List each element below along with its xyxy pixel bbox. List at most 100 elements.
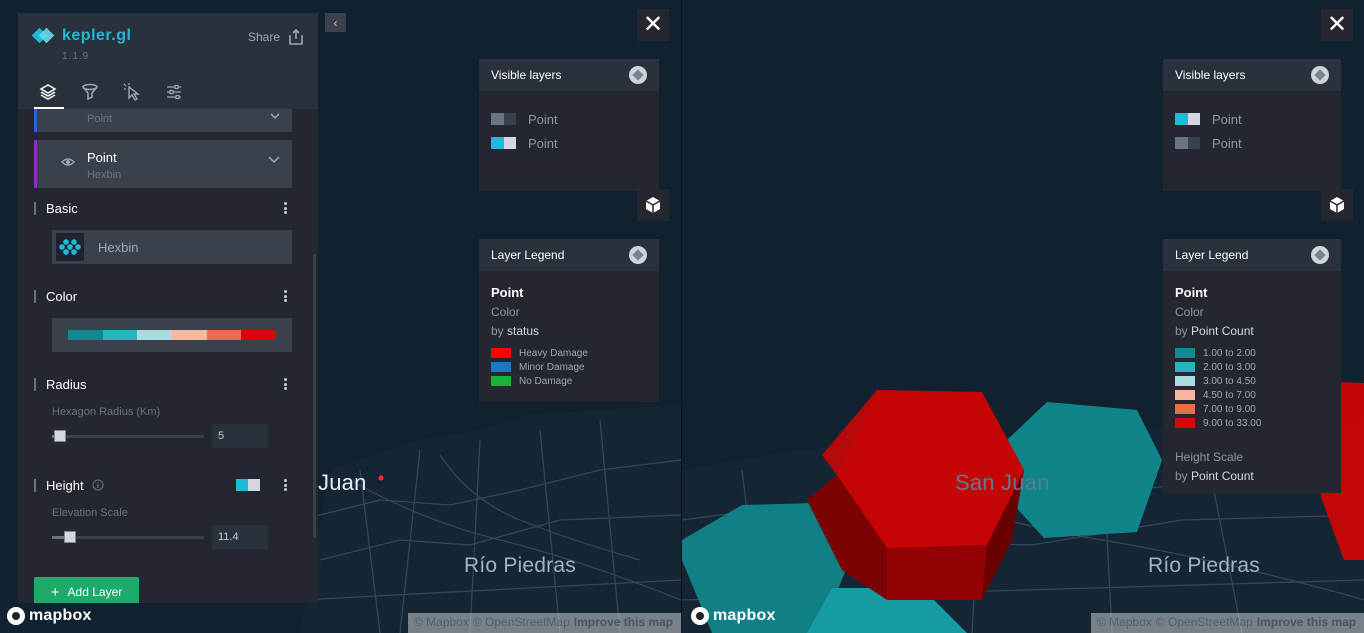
legend-item: No Damage (491, 374, 647, 388)
legend-layer-name: Point (1175, 285, 1208, 300)
share-icon (289, 29, 303, 45)
color-ramp (68, 330, 277, 340)
legend-by-field: by status (491, 324, 540, 338)
elevation-scale-label: Elevation Scale (52, 507, 128, 519)
visible-layers-header: Visible layers (1163, 59, 1341, 91)
tab-map-settings[interactable] (160, 79, 188, 107)
elevation-scale-slider[interactable] (52, 526, 204, 548)
visible-layer-label: Point (1212, 135, 1242, 151)
slider-handle[interactable] (64, 531, 76, 543)
attribution-osm-link[interactable]: © OpenStreetMap (473, 615, 570, 631)
app-name: kepler.gl (62, 27, 132, 44)
attribution-mapbox-link[interactable]: © Mapbox (1097, 615, 1152, 631)
color-range-selector[interactable] (52, 318, 292, 352)
mapbox-logo-text: mapbox (29, 607, 92, 624)
layer-visibility-swatch (491, 137, 516, 149)
more-vertical-icon[interactable] (278, 377, 292, 391)
app-root: Juan Río Piedras mapbox © Mapbox © OpenS… (0, 0, 1364, 633)
legend-height-by-field: by Point Count (1175, 469, 1254, 483)
tab-filters[interactable] (76, 79, 104, 107)
section-height: Height Elevation Scale 11.4 (34, 475, 292, 549)
layer-legend-title: Layer Legend (1175, 248, 1249, 262)
map-right-district-label: Río Piedras (1148, 554, 1260, 577)
legend-layer-name: Point (491, 285, 524, 300)
share-label: Share (247, 30, 280, 44)
filter-icon (82, 83, 98, 101)
legend-item: 9.00 to 33.00 (1175, 416, 1329, 430)
pin-icon[interactable] (629, 246, 647, 264)
info-icon[interactable] (92, 479, 104, 491)
add-layer-button[interactable]: + Add Layer (34, 577, 139, 603)
layer-card-point[interactable]: Point (34, 109, 292, 132)
hexagon-radius-slider[interactable] (52, 425, 204, 447)
close-icon: ✕ (642, 11, 664, 38)
hexagon-radius-label: Hexagon Radius (Km) (52, 406, 161, 418)
layer-legend-panel-left: Layer Legend Point Color by status Heavy… (479, 239, 659, 402)
layer-card-point-hexbin[interactable]: Point Hexbin (34, 140, 292, 188)
layer-card-subtitle: Hexbin (87, 169, 122, 181)
visible-layer-label: Point (528, 111, 558, 127)
layer-visibility-swatch (491, 113, 516, 125)
section-basic: Basic Hexbin (34, 198, 292, 264)
mapbox-logo-text: mapbox (713, 607, 776, 624)
more-vertical-icon[interactable] (278, 478, 292, 492)
legend-height-label: Height Scale (1175, 450, 1244, 464)
hexbin-icon (56, 233, 84, 261)
slider-handle[interactable] (54, 430, 66, 442)
attribution-osm-link[interactable]: © OpenStreetMap (1156, 615, 1253, 631)
plus-icon: + (50, 583, 60, 601)
elevation-scale-input[interactable]: 11.4 (212, 525, 268, 549)
layer-type-selector[interactable]: Hexbin (52, 230, 292, 264)
pin-icon[interactable] (1311, 246, 1329, 264)
section-basic-title: Basic (34, 201, 78, 215)
map-right[interactable]: San Juan Río Piedras mapbox © Mapbox © O… (681, 0, 1364, 633)
3d-view-button-right[interactable] (1321, 189, 1353, 221)
attribution-improve-link[interactable]: Improve this map (574, 615, 673, 631)
legend-by-field: by Point Count (1175, 324, 1254, 338)
attribution-mapbox-link[interactable]: © Mapbox (414, 615, 469, 631)
app-version: 1.1.9 (62, 51, 90, 62)
visible-layer-item[interactable]: Point (1175, 107, 1329, 131)
add-layer-label: Add Layer (67, 585, 123, 599)
share-button[interactable]: Share (248, 29, 304, 45)
visible-layer-label: Point (528, 135, 558, 151)
pin-icon[interactable] (1311, 66, 1329, 84)
legend-item: 1.00 to 2.00 (1175, 346, 1329, 360)
3d-view-button-left[interactable] (637, 189, 669, 221)
close-map-right-button[interactable]: ✕ (1321, 9, 1353, 41)
side-panel: Point kepler.gl 1.1.9 Share Point Hexbin… (18, 13, 318, 603)
interaction-icon (123, 83, 141, 101)
layers-icon (39, 84, 57, 100)
close-map-left-button[interactable]: ✕ (637, 9, 669, 41)
layer-legend-panel-right: Layer Legend Point Color by Point Count … (1163, 239, 1341, 493)
hexagon-radius-input[interactable]: 5 (212, 424, 268, 448)
map-settings-icon (167, 84, 181, 100)
more-vertical-icon[interactable] (278, 201, 292, 215)
visible-layers-title: Visible layers (1175, 68, 1246, 82)
eye-icon[interactable] (61, 157, 75, 167)
more-vertical-icon[interactable] (278, 289, 292, 303)
attribution-improve-link[interactable]: Improve this map (1257, 615, 1356, 631)
section-height-title: Height (34, 478, 104, 492)
visible-layer-item[interactable]: Point (491, 131, 647, 155)
pin-icon[interactable] (629, 66, 647, 84)
legend-item: 7.00 to 9.00 (1175, 402, 1329, 416)
chevron-down-icon[interactable] (270, 113, 280, 119)
visible-layers-title: Visible layers (491, 68, 562, 82)
visible-layers-header: Visible layers (479, 59, 659, 91)
legend-item: Minor Damage (491, 360, 647, 374)
chevron-left-icon: ‹ (333, 15, 338, 30)
side-panel-scrollbar[interactable] (313, 254, 316, 538)
chevron-down-icon[interactable] (268, 156, 280, 164)
mapbox-logo-left[interactable]: mapbox (7, 607, 92, 625)
visible-layer-item[interactable]: Point (491, 107, 647, 131)
map-right-attribution: © Mapbox © OpenStreetMap Improve this ma… (1091, 613, 1364, 633)
mapbox-logo-right[interactable]: mapbox (691, 607, 776, 625)
section-color: Color (34, 286, 292, 352)
collapse-side-panel-button[interactable]: ‹ (325, 13, 346, 32)
tab-layers[interactable] (34, 79, 64, 109)
section-radius: Radius Hexagon Radius (Km) 5 (34, 374, 292, 448)
visible-layer-item[interactable]: Point (1175, 131, 1329, 155)
height-toggle[interactable] (236, 479, 260, 491)
tab-interactions[interactable] (118, 79, 146, 107)
